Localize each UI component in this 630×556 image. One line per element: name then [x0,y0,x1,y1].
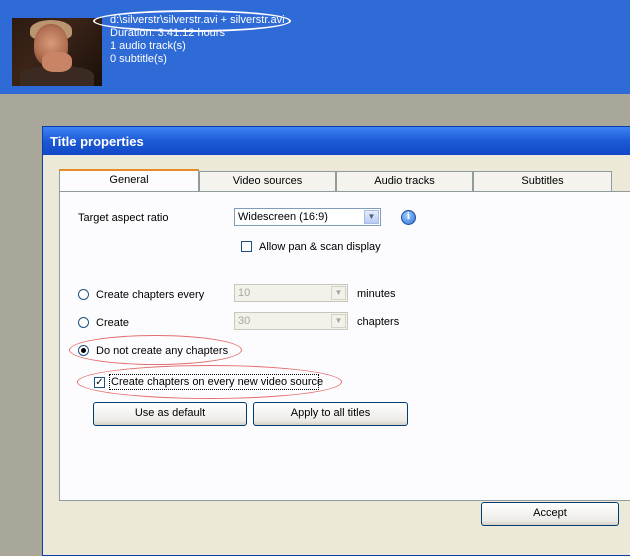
apply-to-all-label: Apply to all titles [290,407,371,419]
aspect-ratio-dropdown[interactable]: Widescreen (16:9) ▼ [234,208,381,226]
create-chapters-every-label: Create chapters every [96,289,205,301]
tab-general[interactable]: General [59,169,199,191]
chapter-interval-dropdown[interactable]: 10 ▼ [234,284,348,302]
chevron-down-icon[interactable]: ▼ [364,210,379,224]
chevron-down-icon[interactable]: ▼ [331,314,346,328]
create-n-chapters-radio[interactable] [78,317,89,328]
video-thumbnail [12,18,102,86]
tab-general-label: General [109,174,149,186]
tab-audio-tracks[interactable]: Audio tracks [336,171,473,191]
tab-audio-tracks-label: Audio tracks [374,175,435,187]
tab-video-sources-label: Video sources [232,175,303,187]
create-n-chapters-label: Create [96,317,130,329]
dialog-titlebar[interactable]: Title properties [43,127,630,155]
accept-button[interactable]: Accept [481,502,619,526]
info-icon[interactable]: i [401,210,416,225]
accept-label: Accept [533,507,567,519]
subtitles-text: 0 subtitle(s) [110,53,167,65]
apply-to-all-titles-button[interactable]: Apply to all titles [253,402,408,426]
dialog-title: Title properties [50,134,144,149]
audio-tracks-text: 1 audio track(s) [110,40,186,52]
chapter-count-value: 30 [238,315,251,327]
tab-subtitles[interactable]: Subtitles [473,171,612,191]
file-info-banner: d:\silverstr\silverstr.avi + silverstr.a… [0,0,630,94]
use-as-default-button[interactable]: Use as default [93,402,247,426]
minutes-unit-label: minutes [357,288,396,300]
aspect-ratio-value: Widescreen (16:9) [238,211,328,223]
tab-subtitles-label: Subtitles [521,175,564,187]
chapter-count-dropdown[interactable]: 30 ▼ [234,312,348,330]
tab-video-sources[interactable]: Video sources [199,171,336,191]
pan-scan-label: Allow pan & scan display [259,241,381,253]
aspect-ratio-label: Target aspect ratio [78,212,169,224]
pan-scan-checkbox[interactable] [241,241,252,252]
use-as-default-label: Use as default [134,407,206,419]
no-chapters-annotation [69,335,242,365]
create-chapters-every-radio[interactable] [78,289,89,300]
title-properties-dialog: Title properties General Video sources A… [42,126,630,556]
chapter-interval-value: 10 [238,287,251,299]
new-source-annotation [77,365,342,399]
path-highlight-annotation [93,10,291,32]
chevron-down-icon[interactable]: ▼ [331,286,346,300]
chapters-unit-label: chapters [357,316,400,328]
